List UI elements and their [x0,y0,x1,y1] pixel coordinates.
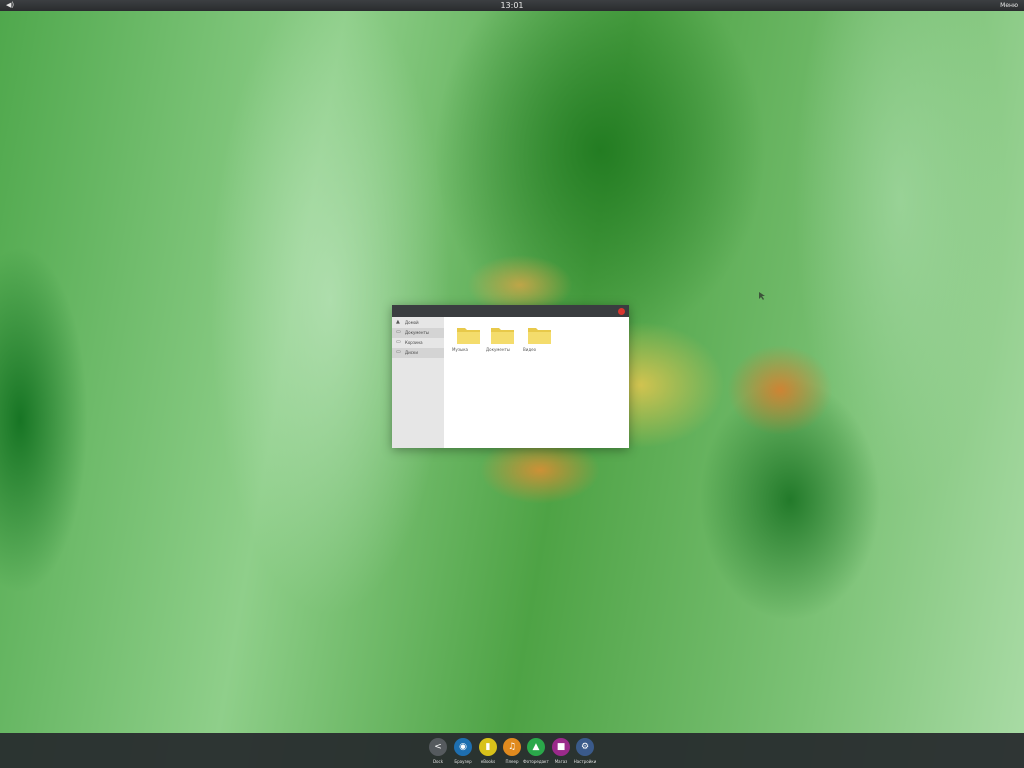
sidebar-item-documents[interactable]: ▭ Документы [392,328,444,338]
globe-icon: ◉ [454,738,472,756]
folder-icon [528,328,551,344]
folder-name: Музыка [452,347,468,352]
share-icon: < [429,738,447,756]
folder-name: Документы [486,347,510,352]
file-manager-window: ▲ Домой ▭ Документы ▭ Корзина ▭ Диски Му… [392,305,629,448]
folder-name: Видео [523,347,537,352]
folder-item-music[interactable]: Музыка [452,325,484,355]
drive-icon: ▭ [396,339,401,345]
sidebar-item-label: Корзина [405,340,423,345]
top-panel: ◀) 13:01 Меню [0,0,1024,11]
dock-item-settings[interactable]: ⚙ Настройки [573,737,597,767]
dock: < Dock ◉ Браузер ▮ eBooks ♫ Плеер ▲ Фото… [0,733,1024,768]
speaker-icon[interactable]: ◀) [6,0,18,11]
window-titlebar[interactable] [392,305,629,317]
music-icon: ♫ [503,738,521,756]
file-view: Музыка Документы Видео [444,317,629,448]
book-icon: ▮ [479,738,497,756]
home-icon: ▲ [396,319,400,325]
folder-icon [491,328,514,344]
menu-button[interactable]: Меню [1000,0,1018,11]
clock[interactable]: 13:01 [492,0,532,11]
sidebar-item-home[interactable]: ▲ Домой [392,318,444,328]
folder-item-documents[interactable]: Документы [486,325,518,355]
image-icon: ▲ [527,738,545,756]
sidebar-item-label: Домой [405,320,419,325]
drive-icon: ▭ [396,329,401,335]
sidebar-item-label: Документы [405,330,429,335]
folder-icon [457,328,480,344]
sidebar-item-trash[interactable]: ▭ Корзина [392,338,444,348]
close-icon[interactable] [618,308,625,315]
mouse-pointer-icon [759,292,765,300]
gear-icon: ⚙ [576,738,594,756]
sidebar-item-label: Диски [405,350,418,355]
folder-item-video[interactable]: Видео [523,325,555,355]
sidebar: ▲ Домой ▭ Документы ▭ Корзина ▭ Диски [392,317,444,448]
dock-label: Настройки [573,759,597,764]
drive-icon: ▭ [396,349,401,355]
desktop: ◀) 13:01 Меню ▲ Домой ▭ Документы ▭ Корз… [0,0,1024,768]
store-icon: ■ [552,738,570,756]
sidebar-item-drives[interactable]: ▭ Диски [392,348,444,358]
